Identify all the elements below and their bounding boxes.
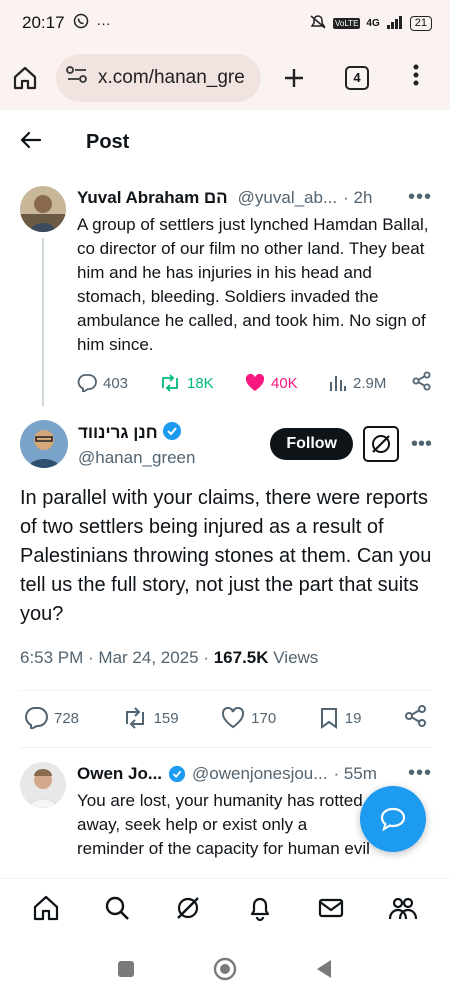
nav-notifications-icon[interactable] xyxy=(246,894,274,927)
verified-badge-icon xyxy=(168,765,186,783)
tweet-text: You are lost, your humanity has rotted a… xyxy=(77,791,370,858)
volte-icon: VoLTE xyxy=(332,17,361,29)
tweet-actions: 403 18K 40K 2.9M xyxy=(77,371,432,395)
divider xyxy=(20,690,432,691)
browser-toolbar: x.com/hanan_gre 4 xyxy=(0,46,450,110)
tweet-text: A group of settlers just lynched Hamdan … xyxy=(77,215,429,354)
repost-icon xyxy=(125,707,144,729)
reply-button[interactable]: 403 xyxy=(77,374,159,392)
tweet-time: · 2h xyxy=(343,187,373,207)
new-tab-icon[interactable] xyxy=(283,67,305,89)
tweet-time: · 55m xyxy=(333,763,377,783)
repost-button[interactable]: 18K xyxy=(159,374,245,392)
home-icon[interactable] xyxy=(12,65,38,91)
url-bar[interactable]: x.com/hanan_gre xyxy=(56,53,261,102)
page-header: Post xyxy=(0,112,450,172)
reply-icon xyxy=(25,707,48,729)
reply-icon xyxy=(77,374,97,392)
verified-badge-icon xyxy=(162,421,182,446)
more-options-icon[interactable]: ••• xyxy=(408,186,432,209)
status-time: 20:17 xyxy=(22,13,65,32)
divider xyxy=(20,747,432,748)
main-tweet-header: חנן גרינווד @hanan_green Follow ••• xyxy=(20,420,432,468)
nav-home-icon[interactable] xyxy=(32,894,60,927)
more-options-icon[interactable]: ••• xyxy=(408,762,432,785)
recent-apps-icon[interactable] xyxy=(117,960,135,983)
parent-tweet[interactable]: Yuval Abraham הם @yuval_ab... · 2h ••• A… xyxy=(20,186,432,395)
main-tweet-actions: 728 159 170 19 xyxy=(24,704,428,732)
tweet-metadata: 6:53 PM · Mar 24, 2025 · 167.5K Views xyxy=(20,648,318,668)
repost-button[interactable]: 159 xyxy=(122,707,179,729)
system-navigation xyxy=(0,942,450,1000)
nav-grok-icon[interactable] xyxy=(174,894,202,927)
grok-icon[interactable] xyxy=(362,426,399,462)
whatsapp-icon xyxy=(73,13,89,34)
browser-menu-icon[interactable] xyxy=(413,64,419,91)
more-options-icon[interactable]: ••• xyxy=(411,433,432,456)
views-count: 2.9M xyxy=(353,374,387,392)
reply-count: 403 xyxy=(103,374,129,392)
author-name[interactable]: חנן גרינווד xyxy=(78,423,158,443)
author-handle[interactable]: @owenjonesjou... xyxy=(192,764,327,784)
analytics-icon xyxy=(330,376,346,391)
network-label: 4G xyxy=(366,17,380,29)
views-button[interactable]: 2.9M xyxy=(329,374,411,392)
author-name[interactable]: Owen Jo... xyxy=(77,764,162,784)
system-home-icon[interactable] xyxy=(213,957,237,986)
bottom-nav xyxy=(0,878,450,942)
nav-search-icon[interactable] xyxy=(103,894,131,927)
chat-bubble-icon xyxy=(380,807,406,832)
like-button[interactable]: 40K xyxy=(245,374,329,392)
back-arrow-icon[interactable] xyxy=(20,131,42,154)
avatar[interactable] xyxy=(20,762,66,808)
reply-count: 728 xyxy=(54,709,80,727)
repost-count: 159 xyxy=(153,709,179,727)
system-back-icon[interactable] xyxy=(315,959,333,984)
signal-icon xyxy=(386,15,404,32)
follow-button[interactable]: Follow xyxy=(270,428,353,460)
site-settings-icon[interactable] xyxy=(66,65,88,90)
like-count: 40K xyxy=(271,374,298,392)
compose-reply-button[interactable] xyxy=(360,786,426,852)
share-icon[interactable] xyxy=(404,704,428,732)
more-notifications-icon: ··· xyxy=(96,15,111,31)
nav-messages-icon[interactable] xyxy=(317,894,345,927)
bookmark-button[interactable]: 19 xyxy=(319,707,362,729)
author-handle[interactable]: @yuval_ab... xyxy=(238,188,337,208)
author-name[interactable]: Yuval Abraham הם xyxy=(77,188,228,208)
share-icon[interactable] xyxy=(412,371,432,395)
url-text: x.com/hanan_gre xyxy=(98,66,245,88)
like-button[interactable]: 170 xyxy=(221,707,276,729)
nav-communities-icon[interactable] xyxy=(388,894,418,927)
battery-icon: 21 xyxy=(409,15,432,31)
bookmark-count: 19 xyxy=(344,709,362,727)
views-count: 167.5K xyxy=(213,648,269,667)
avatar[interactable] xyxy=(20,420,68,468)
heart-icon xyxy=(222,707,245,729)
tweet-timestamp[interactable]: 6:53 PM · Mar 24, 2025 · xyxy=(20,648,214,667)
repost-count: 18K xyxy=(187,374,214,392)
status-bar: 20:17 ··· VoLTE 4G 21 xyxy=(0,0,450,46)
views-label: Views xyxy=(268,648,319,667)
like-count: 170 xyxy=(251,709,277,727)
tab-switcher-button[interactable]: 4 xyxy=(345,65,369,90)
author-handle[interactable]: @hanan_green xyxy=(78,448,195,468)
reply-button[interactable]: 728 xyxy=(24,707,79,729)
heart-filled-icon xyxy=(245,374,265,391)
avatar[interactable] xyxy=(20,186,66,232)
page-title: Post xyxy=(86,130,130,153)
main-tweet-text: In parallel with your claims, there were… xyxy=(20,487,432,625)
mute-icon xyxy=(309,14,327,33)
bookmark-icon xyxy=(320,708,337,729)
repost-icon xyxy=(162,374,178,392)
